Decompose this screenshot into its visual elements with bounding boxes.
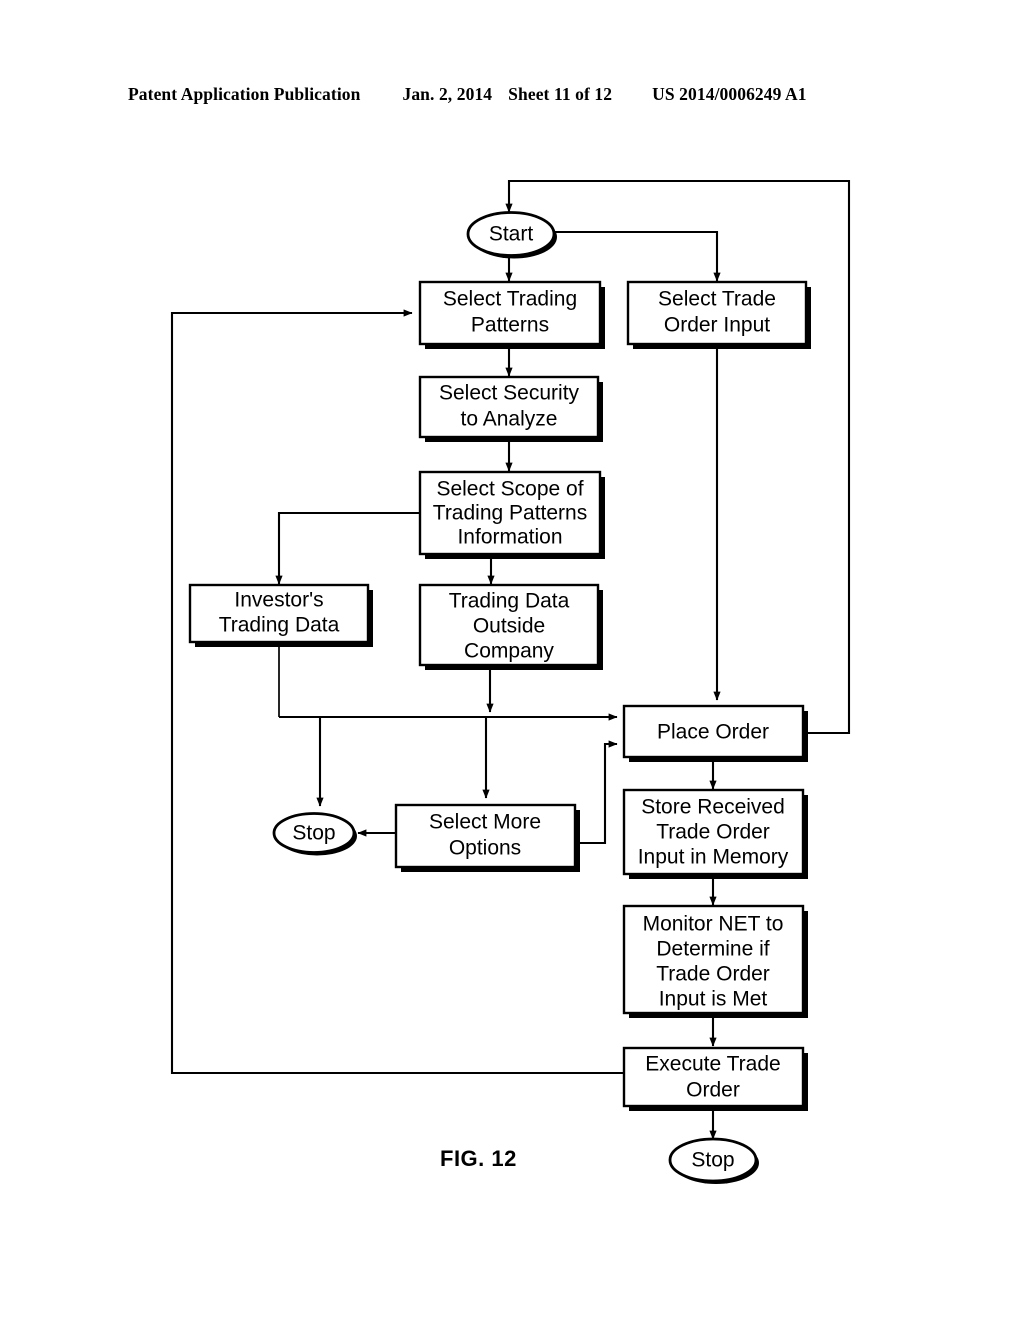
- node-trading-data-outside-line2: Outside: [473, 615, 545, 638]
- figure-label: FIG. 12: [440, 1146, 517, 1171]
- node-execute-trade-order-line2: Order: [686, 1079, 740, 1102]
- node-execute-trade-order: Execute Trade Order: [622, 1046, 808, 1111]
- node-start: Start: [466, 211, 557, 259]
- node-select-scope-line1: Select Scope of: [436, 478, 583, 501]
- node-select-more-options: Select More Options: [394, 803, 580, 872]
- node-investors-trading-data: Investor's Trading Data: [188, 583, 373, 647]
- node-store-received-line1: Store Received: [641, 796, 785, 819]
- node-investors-trading-data-line2: Trading Data: [219, 614, 340, 637]
- node-investors-trading-data-line1: Investor's: [234, 589, 323, 612]
- patent-drawing-page: Patent Application Publication Jan. 2, 2…: [0, 0, 1024, 1320]
- node-select-scope: Select Scope of Trading Patterns Informa…: [418, 470, 605, 559]
- flowchart-diagram: Start Select Trading Patterns Select Tra…: [0, 0, 1024, 1320]
- node-select-trading-patterns-line2: Patterns: [471, 314, 549, 337]
- node-select-trade-order-input: Select Trade Order Input: [626, 280, 811, 349]
- node-select-scope-line3: Information: [457, 526, 562, 549]
- node-select-more-options-line2: Options: [449, 837, 521, 860]
- node-select-trade-order-input-line1: Select Trade: [658, 288, 776, 311]
- node-select-security-line1: Select Security: [439, 382, 580, 405]
- edge-select-scope-to-investors-trading-data: [275, 511, 420, 585]
- node-stop-bottom: Stop: [668, 1137, 759, 1184]
- node-select-scope-line2: Trading Patterns: [433, 502, 587, 525]
- node-select-more-options-line1: Select More: [429, 811, 541, 834]
- node-stop-left-label: Stop: [292, 822, 335, 845]
- node-select-trading-patterns-line1: Select Trading: [443, 288, 577, 311]
- node-place-order: Place Order: [622, 704, 808, 762]
- node-start-label: Start: [489, 223, 534, 246]
- node-execute-trade-order-line1: Execute Trade: [645, 1053, 780, 1076]
- node-stop-left: Stop: [272, 812, 357, 856]
- node-store-received-line3: Input in Memory: [638, 846, 789, 869]
- node-stop-bottom-label: Stop: [691, 1149, 734, 1172]
- edge-select-more-options-to-place-order: [575, 740, 618, 845]
- node-select-security-line2: to Analyze: [461, 408, 558, 431]
- node-store-received-line2: Trade Order: [656, 821, 770, 844]
- node-select-trading-patterns: Select Trading Patterns: [418, 280, 605, 349]
- node-monitor-net-line2: Determine if: [656, 938, 769, 961]
- node-trading-data-outside: Trading Data Outside Company: [418, 583, 603, 670]
- node-monitor-net-line3: Trade Order: [656, 963, 770, 986]
- node-monitor-net-line1: Monitor NET to: [643, 913, 784, 936]
- node-monitor-net: Monitor NET to Determine if Trade Order …: [622, 904, 808, 1018]
- node-select-trade-order-input-line2: Order Input: [664, 314, 770, 337]
- node-place-order-line1: Place Order: [657, 721, 769, 744]
- node-trading-data-outside-line3: Company: [464, 640, 554, 663]
- node-store-received: Store Received Trade Order Input in Memo…: [622, 788, 808, 879]
- node-select-security: Select Security to Analyze: [418, 375, 603, 442]
- node-trading-data-outside-line1: Trading Data: [449, 590, 570, 613]
- node-monitor-net-line4: Input is Met: [659, 988, 768, 1011]
- edge-start-to-select-trade-order-input: [552, 230, 721, 282]
